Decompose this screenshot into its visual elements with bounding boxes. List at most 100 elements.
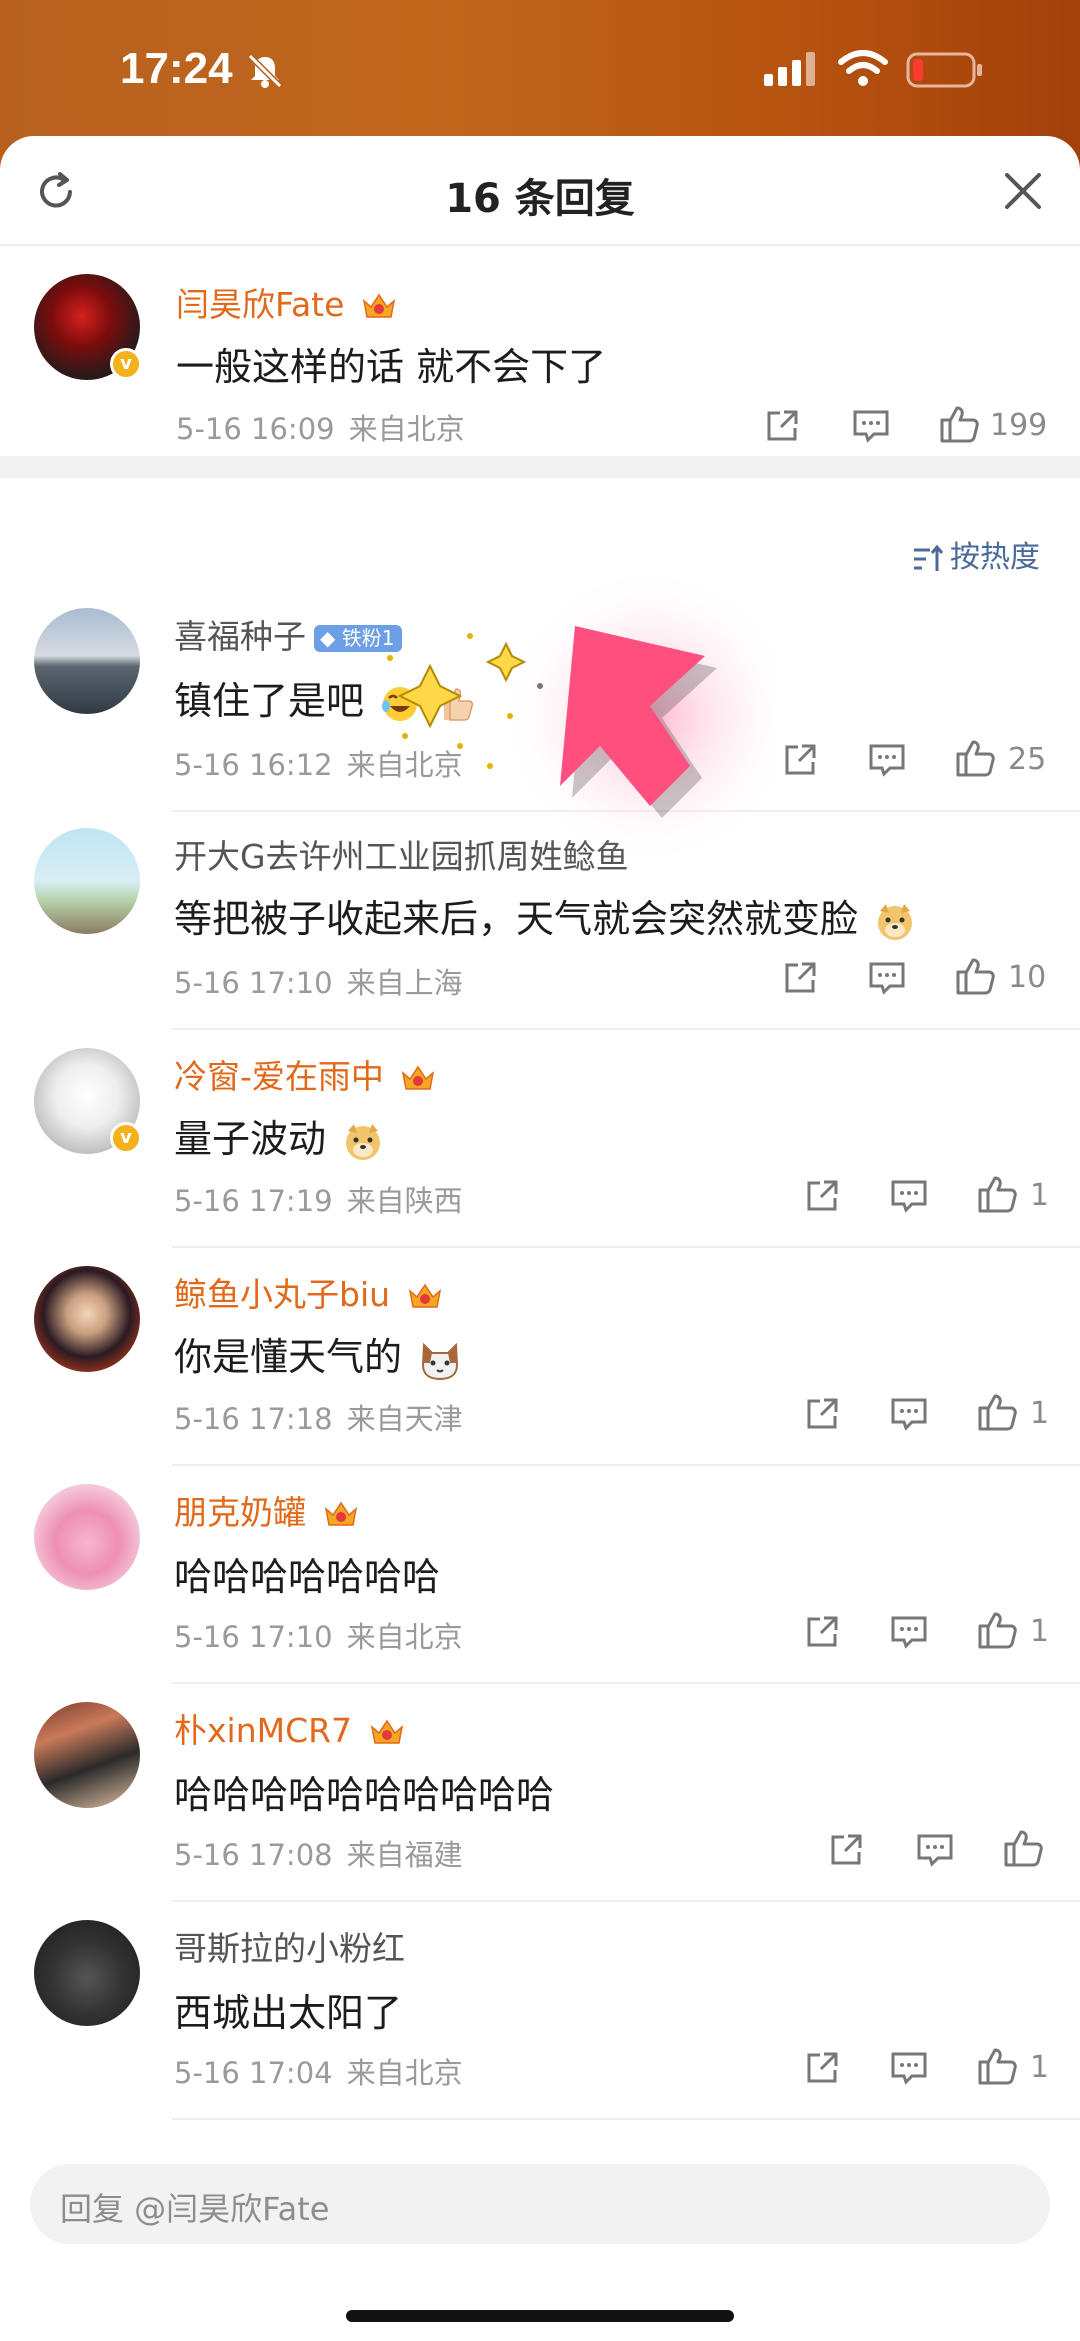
comment-meta: 5-16 17:19 来自陕西 xyxy=(174,1178,463,1220)
cat-emoji-icon xyxy=(422,1342,459,1380)
share-icon[interactable] xyxy=(804,1178,840,1214)
row-divider xyxy=(172,1900,1080,1902)
comment-username[interactable]: 哥斯拉的小粉红 xyxy=(174,1922,405,1970)
row-divider xyxy=(172,2118,1080,2120)
signal-icon xyxy=(764,52,815,86)
crown-icon xyxy=(408,1283,441,1308)
username-text: 冷窗-爱在雨中 xyxy=(174,1057,384,1096)
like-count: 10 xyxy=(1008,960,1047,995)
comment-meta: 5-16 17:10 来自上海 xyxy=(174,960,463,1002)
comment-date: 5-16 17:08 xyxy=(174,1838,333,1872)
comment-username[interactable]: 鲸鱼小丸子biu xyxy=(174,1268,443,1316)
avatar[interactable] xyxy=(34,1702,140,1808)
comment-icon[interactable] xyxy=(890,1614,928,1650)
comment-text: 等把被子收起来后，天气就会突然就变脸 xyxy=(174,888,916,943)
crown-icon xyxy=(362,293,396,318)
like-count: 1 xyxy=(1030,1396,1050,1431)
bell-off-icon xyxy=(247,53,283,89)
comment-text: 量子波动 xyxy=(174,1108,384,1163)
comment-date: 5-16 17:10 xyxy=(174,966,333,1000)
like-count: 1 xyxy=(1030,1178,1050,1213)
share-icon[interactable] xyxy=(764,408,800,444)
row-divider xyxy=(172,1246,1080,1248)
comment-date: 5-16 16:12 xyxy=(174,748,333,782)
comment-location: 来自北京 xyxy=(346,2056,463,2090)
comment-meta: 5-16 17:18 来自天津 xyxy=(174,1396,463,1438)
comment-location: 来自北京 xyxy=(348,412,465,446)
share-icon[interactable] xyxy=(804,1614,840,1650)
sort-icon xyxy=(914,544,944,571)
comment-meta: 5-16 17:10 来自北京 xyxy=(174,1614,463,1656)
like-count: 199 xyxy=(990,408,1048,443)
comment-icon[interactable] xyxy=(868,960,906,996)
sort-button[interactable]: 按热度 xyxy=(912,532,1040,576)
reply-input[interactable]: 回复 @闫昊欣Fate xyxy=(30,2164,1050,2244)
comment-text: 哈哈哈哈哈哈哈 xyxy=(174,1555,441,1599)
sparkle-cursor-overlay-icon xyxy=(387,566,780,866)
close-icon[interactable] xyxy=(1002,170,1044,212)
comment-icon[interactable] xyxy=(890,1396,928,1432)
like-icon[interactable] xyxy=(954,956,996,996)
avatar[interactable] xyxy=(34,1266,140,1372)
sheet-header: 16 条回复 xyxy=(0,136,1080,246)
like-count: 1 xyxy=(1030,1614,1050,1649)
verified-badge-icon: v xyxy=(110,348,142,380)
like-icon[interactable] xyxy=(938,404,980,444)
status-time: 17:24 xyxy=(120,44,233,93)
row-divider xyxy=(172,1682,1080,1684)
like-icon[interactable] xyxy=(976,1392,1018,1432)
comment-location: 来自上海 xyxy=(346,966,463,1000)
like-icon[interactable] xyxy=(976,1174,1018,1214)
verified-badge-icon: v xyxy=(110,1122,142,1154)
avatar[interactable] xyxy=(34,608,140,714)
username-text: 朋克奶罐 xyxy=(174,1493,306,1532)
username-text: 朴xinMCR7 xyxy=(174,1711,353,1750)
comment-text-body: 镇住了是吧 xyxy=(174,679,365,723)
comment-location: 来自天津 xyxy=(346,1402,463,1436)
comment-meta: 5-16 17:08 来自福建 xyxy=(174,1832,463,1874)
share-icon[interactable] xyxy=(804,2050,840,2086)
comment-location: 来自福建 xyxy=(346,1838,463,1872)
home-indicator[interactable] xyxy=(346,2310,734,2322)
comment-date: 5-16 17:19 xyxy=(174,1184,333,1218)
like-icon[interactable] xyxy=(976,2046,1018,2086)
share-icon[interactable] xyxy=(782,742,818,778)
doge-emoji-icon xyxy=(346,1123,381,1160)
share-icon[interactable] xyxy=(782,960,818,996)
diamond-icon: ◆ xyxy=(320,626,336,650)
comment-location: 来自陕西 xyxy=(346,1184,463,1218)
comment-username[interactable]: 冷窗-爱在雨中 xyxy=(174,1050,436,1098)
comment-date: 5-16 17:10 xyxy=(174,1620,333,1654)
comment-icon[interactable] xyxy=(916,1832,954,1868)
status-bar: 17:24 xyxy=(0,0,1080,140)
comment-username[interactable]: 朴xinMCR7 xyxy=(174,1704,405,1752)
comment-username[interactable]: 朋克奶罐 xyxy=(174,1486,359,1534)
like-icon[interactable] xyxy=(976,1610,1018,1650)
comment-date: 5-16 16:09 xyxy=(176,412,335,446)
comment-text: 西城出太阳了 xyxy=(174,1991,403,2035)
avatar[interactable] xyxy=(34,828,140,934)
comment-icon[interactable] xyxy=(890,2050,928,2086)
like-icon[interactable] xyxy=(954,738,996,778)
avatar[interactable] xyxy=(34,1920,140,2026)
row-divider xyxy=(172,1028,1080,1030)
doge-emoji-icon xyxy=(878,903,913,940)
comment-username[interactable]: 闫昊欣Fate xyxy=(176,278,397,326)
comment-text-body: 量子波动 xyxy=(174,1117,327,1161)
comment-icon[interactable] xyxy=(852,408,890,444)
battery-icon xyxy=(906,52,982,88)
username-text: 闫昊欣Fate xyxy=(176,285,345,324)
comment-icon[interactable] xyxy=(868,742,906,778)
crown-icon xyxy=(402,1065,435,1090)
comment-text-body: 等把被子收起来后，天气就会突然就变脸 xyxy=(174,897,859,941)
row-divider xyxy=(172,1464,1080,1466)
avatar[interactable] xyxy=(34,1484,140,1590)
comment-icon[interactable] xyxy=(890,1178,928,1214)
like-icon[interactable] xyxy=(1002,1828,1044,1868)
share-icon[interactable] xyxy=(828,1832,864,1868)
comment-meta: 5-16 16:09 来自北京 xyxy=(176,406,465,448)
like-count: 1 xyxy=(1030,2050,1050,2085)
sort-label: 按热度 xyxy=(950,540,1040,575)
crown-icon xyxy=(370,1719,403,1744)
share-icon[interactable] xyxy=(804,1396,840,1432)
